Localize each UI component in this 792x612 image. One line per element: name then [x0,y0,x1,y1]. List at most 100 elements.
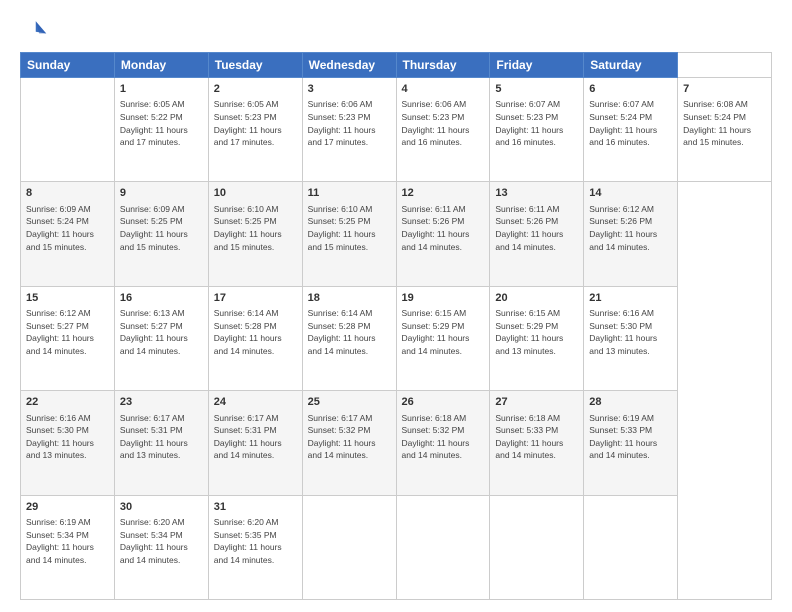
calendar-cell: 18Sunrise: 6:14 AMSunset: 5:28 PMDayligh… [302,286,396,390]
day-info: Sunrise: 6:19 AMSunset: 5:34 PMDaylight:… [26,517,94,565]
calendar-cell [21,78,115,182]
calendar-cell: 14 Sunrise: 6:12 AMSunset: 5:26 PMDayligh… [584,182,678,286]
day-info: Sunrise: 6:09 AMSunset: 5:25 PMDaylight:… [120,204,188,252]
day-number: 15 [26,291,109,306]
day-info: Sunrise: 6:17 AMSunset: 5:31 PMDaylight:… [120,413,188,461]
day-number: 5 [495,82,578,97]
day-info: Sunrise: 6:10 AMSunset: 5:25 PMDaylight:… [214,204,282,252]
day-info: Sunrise: 6:12 AMSunset: 5:26 PMDaylight:… [589,204,657,252]
weekday-header-friday: Friday [490,53,584,78]
calendar-cell: 5 Sunrise: 6:07 AMSunset: 5:23 PMDaylight… [490,78,584,182]
calendar-cell: 2 Sunrise: 6:05 AMSunset: 5:23 PMDaylight… [208,78,302,182]
calendar-cell: 17 Sunrise: 6:14 AMSunset: 5:28 PMDayligh… [208,286,302,390]
day-number: 8 [26,186,109,201]
calendar-cell: 31Sunrise: 6:20 AMSunset: 5:35 PMDayligh… [208,495,302,599]
day-info: Sunrise: 6:07 AMSunset: 5:23 PMDaylight:… [495,99,563,147]
calendar-week-row: 22 Sunrise: 6:16 AMSunset: 5:30 PMDayligh… [21,391,772,495]
day-number: 17 [214,291,297,306]
calendar-cell: 26 Sunrise: 6:18 AMSunset: 5:32 PMDayligh… [396,391,490,495]
calendar-cell: 30 Sunrise: 6:20 AMSunset: 5:34 PMDayligh… [114,495,208,599]
weekday-header-thursday: Thursday [396,53,490,78]
day-info: Sunrise: 6:18 AMSunset: 5:32 PMDaylight:… [402,413,470,461]
calendar-cell: 22 Sunrise: 6:16 AMSunset: 5:30 PMDayligh… [21,391,115,495]
day-number: 24 [214,395,297,410]
day-number: 20 [495,291,578,306]
calendar-cell: 9 Sunrise: 6:09 AMSunset: 5:25 PMDaylight… [114,182,208,286]
day-number: 30 [120,500,203,515]
day-number: 26 [402,395,485,410]
calendar-cell: 13Sunrise: 6:11 AMSunset: 5:26 PMDayligh… [490,182,584,286]
calendar-week-row: 8Sunrise: 6:09 AMSunset: 5:24 PMDaylight… [21,182,772,286]
weekday-header-saturday: Saturday [584,53,678,78]
calendar-cell: 10 Sunrise: 6:10 AMSunset: 5:25 PMDayligh… [208,182,302,286]
weekday-header-tuesday: Tuesday [208,53,302,78]
calendar-cell: 3 Sunrise: 6:06 AMSunset: 5:23 PMDaylight… [302,78,396,182]
day-info: Sunrise: 6:15 AMSunset: 5:29 PMDaylight:… [402,308,470,356]
calendar-cell: 11 Sunrise: 6:10 AMSunset: 5:25 PMDayligh… [302,182,396,286]
day-number: 12 [402,186,485,201]
day-info: Sunrise: 6:15 AMSunset: 5:29 PMDaylight:… [495,308,563,356]
calendar-table: SundayMondayTuesdayWednesdayThursdayFrid… [20,52,772,600]
day-number: 22 [26,395,109,410]
day-number: 7 [683,82,766,97]
day-info: Sunrise: 6:20 AMSunset: 5:35 PMDaylight:… [214,517,282,565]
calendar-cell: 21Sunrise: 6:16 AMSunset: 5:30 PMDayligh… [584,286,678,390]
day-info: Sunrise: 6:10 AMSunset: 5:25 PMDaylight:… [308,204,376,252]
calendar-cell: 8Sunrise: 6:09 AMSunset: 5:24 PMDaylight… [21,182,115,286]
day-number: 25 [308,395,391,410]
calendar-cell: 19 Sunrise: 6:15 AMSunset: 5:29 PMDayligh… [396,286,490,390]
calendar-cell: 24 Sunrise: 6:17 AMSunset: 5:31 PMDayligh… [208,391,302,495]
day-number: 9 [120,186,203,201]
day-number: 2 [214,82,297,97]
day-number: 11 [308,186,391,201]
calendar-cell [302,495,396,599]
calendar-header-row: SundayMondayTuesdayWednesdayThursdayFrid… [21,53,772,78]
day-info: Sunrise: 6:19 AMSunset: 5:33 PMDaylight:… [589,413,657,461]
calendar-cell: 23 Sunrise: 6:17 AMSunset: 5:31 PMDayligh… [114,391,208,495]
day-info: Sunrise: 6:12 AMSunset: 5:27 PMDaylight:… [26,308,94,356]
day-info: Sunrise: 6:06 AMSunset: 5:23 PMDaylight:… [402,99,470,147]
logo-icon [20,16,48,44]
day-info: Sunrise: 6:16 AMSunset: 5:30 PMDaylight:… [26,413,94,461]
calendar-cell: 27 Sunrise: 6:18 AMSunset: 5:33 PMDayligh… [490,391,584,495]
calendar-cell: 25Sunrise: 6:17 AMSunset: 5:32 PMDayligh… [302,391,396,495]
day-number: 3 [308,82,391,97]
day-info: Sunrise: 6:07 AMSunset: 5:24 PMDaylight:… [589,99,657,147]
day-number: 10 [214,186,297,201]
day-info: Sunrise: 6:14 AMSunset: 5:28 PMDaylight:… [214,308,282,356]
calendar-cell: 4 Sunrise: 6:06 AMSunset: 5:23 PMDaylight… [396,78,490,182]
calendar-cell: 29 Sunrise: 6:19 AMSunset: 5:34 PMDayligh… [21,495,115,599]
day-number: 4 [402,82,485,97]
day-info: Sunrise: 6:17 AMSunset: 5:31 PMDaylight:… [214,413,282,461]
day-number: 27 [495,395,578,410]
calendar-cell [584,495,678,599]
calendar-cell: 28Sunrise: 6:19 AMSunset: 5:33 PMDayligh… [584,391,678,495]
day-info: Sunrise: 6:14 AMSunset: 5:28 PMDaylight:… [308,308,376,356]
day-info: Sunrise: 6:05 AMSunset: 5:23 PMDaylight:… [214,99,282,147]
day-number: 21 [589,291,672,306]
day-info: Sunrise: 6:06 AMSunset: 5:23 PMDaylight:… [308,99,376,147]
day-number: 14 [589,186,672,201]
day-info: Sunrise: 6:13 AMSunset: 5:27 PMDaylight:… [120,308,188,356]
day-info: Sunrise: 6:05 AMSunset: 5:22 PMDaylight:… [120,99,188,147]
calendar-week-row: 15 Sunrise: 6:12 AMSunset: 5:27 PMDayligh… [21,286,772,390]
day-number: 16 [120,291,203,306]
calendar-cell: 7Sunrise: 6:08 AMSunset: 5:24 PMDaylight… [678,78,772,182]
page: SundayMondayTuesdayWednesdayThursdayFrid… [0,0,792,612]
weekday-header-monday: Monday [114,53,208,78]
day-info: Sunrise: 6:20 AMSunset: 5:34 PMDaylight:… [120,517,188,565]
day-info: Sunrise: 6:11 AMSunset: 5:26 PMDaylight:… [495,204,563,252]
day-info: Sunrise: 6:18 AMSunset: 5:33 PMDaylight:… [495,413,563,461]
day-number: 29 [26,500,109,515]
calendar-week-row: 1 Sunrise: 6:05 AMSunset: 5:22 PMDaylight… [21,78,772,182]
day-number: 1 [120,82,203,97]
calendar-week-row: 29 Sunrise: 6:19 AMSunset: 5:34 PMDayligh… [21,495,772,599]
day-number: 23 [120,395,203,410]
day-number: 6 [589,82,672,97]
calendar-cell: 6 Sunrise: 6:07 AMSunset: 5:24 PMDaylight… [584,78,678,182]
calendar-cell: 16 Sunrise: 6:13 AMSunset: 5:27 PMDayligh… [114,286,208,390]
day-info: Sunrise: 6:11 AMSunset: 5:26 PMDaylight:… [402,204,470,252]
calendar-cell: 20 Sunrise: 6:15 AMSunset: 5:29 PMDayligh… [490,286,584,390]
day-number: 19 [402,291,485,306]
calendar-cell [396,495,490,599]
